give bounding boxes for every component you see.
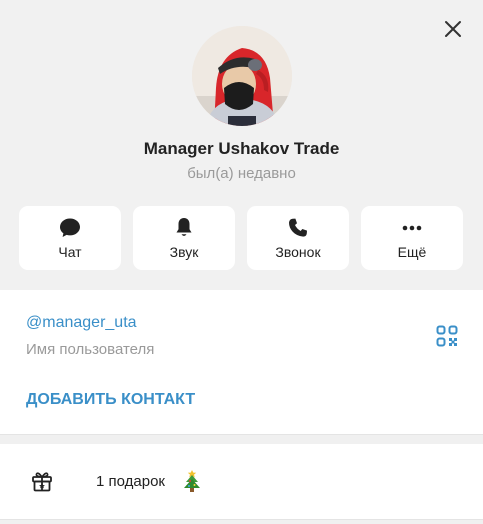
add-contact-button[interactable]: ДОБАВИТЬ КОНТАКТ [26,391,195,409]
call-button[interactable]: Звонок [247,206,349,270]
more-button-label: Ещё [397,244,427,260]
username-link[interactable]: @manager_uta [26,314,137,332]
profile-header: Manager Ushakov Trade был(а) недавно Чат… [0,0,483,290]
bell-icon [176,218,192,236]
qr-code-button[interactable] [436,325,458,347]
phone-icon [289,218,307,237]
more-button[interactable]: Ещё [361,206,463,270]
sound-button-label: Звук [169,244,199,260]
call-button-label: Звонок [275,244,321,260]
sound-button[interactable]: Звук [133,206,235,270]
avatar-photo [192,26,292,126]
chat-button[interactable]: Чат [19,206,121,270]
gifts-count: 1 подарок [96,473,165,490]
more-dots-icon [402,225,422,231]
christmas-tree-icon [184,470,200,492]
avatar[interactable] [192,26,292,126]
last-seen-status: был(а) недавно [187,165,296,182]
chat-bubble-icon [60,218,80,237]
gift-icon [32,472,52,492]
chat-button-label: Чат [58,244,82,260]
username-caption: Имя пользователя [26,341,155,358]
qr-code-icon [436,325,458,347]
user-info-panel: @manager_uta Имя пользователя ДОБАВИТЬ К… [0,290,483,434]
close-button[interactable] [440,16,466,42]
close-icon [445,21,461,37]
action-buttons: Чат Звук Звонок Ещё [19,206,464,270]
gifts-row[interactable]: 1 подарок [0,444,483,520]
profile-name: Manager Ushakov Trade [143,139,340,158]
